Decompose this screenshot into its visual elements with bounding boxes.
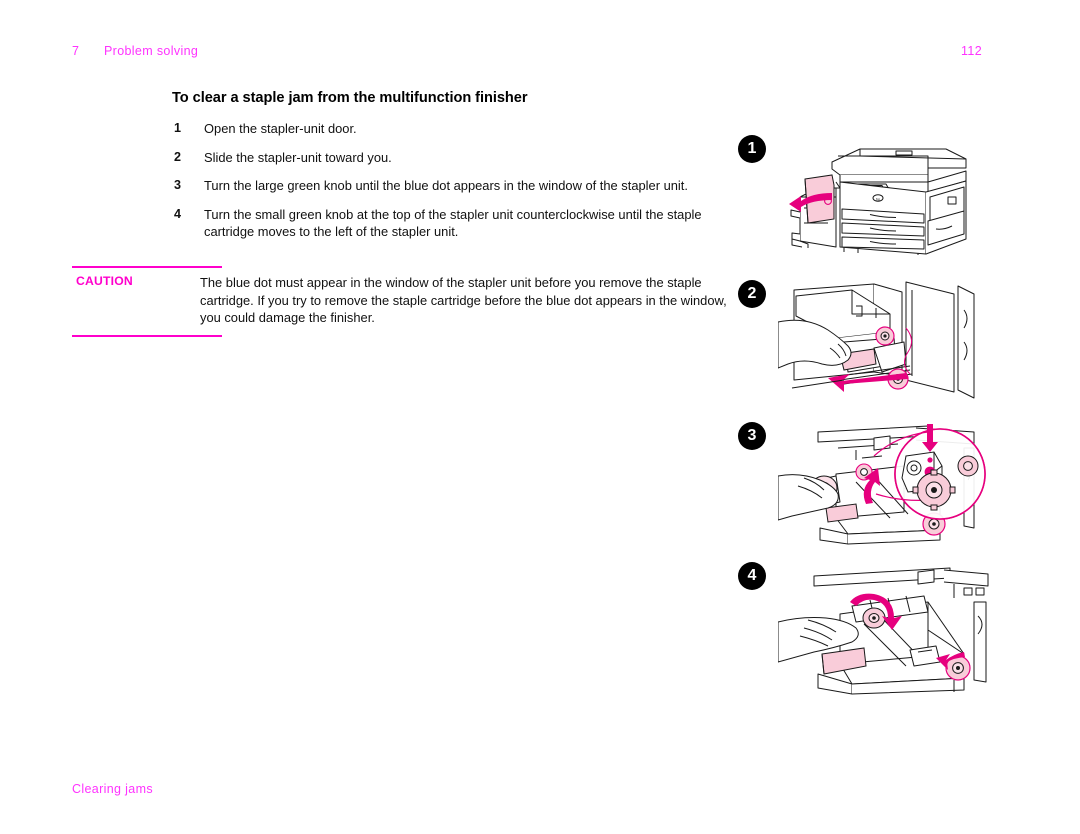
- step-number: 3: [174, 178, 182, 192]
- step-text: Open the stapler-unit door.: [204, 121, 357, 136]
- step-text: Turn the small green knob at the top of …: [204, 206, 702, 240]
- stapler-unit-slide-diagram: [777, 280, 998, 410]
- step-badge-3: 3: [738, 422, 766, 450]
- page-title: To clear a staple jam from the multifunc…: [172, 90, 528, 106]
- step-text: Slide the stapler-unit toward you.: [204, 149, 392, 165]
- list-item: 1 Open the stapler-unit door.: [172, 120, 748, 138]
- page-number: 112: [961, 44, 982, 58]
- step-badge-2: 2: [738, 280, 766, 308]
- step-number: 4: [174, 206, 182, 221]
- chapter-number: 7: [72, 44, 79, 58]
- step-badge-1: 1: [738, 135, 766, 163]
- large-green-knob-diagram: [777, 422, 998, 552]
- svg-text:hp: hp: [876, 196, 881, 201]
- caution-rule-top: [72, 266, 222, 268]
- procedure-step-list: 1 Open the stapler-unit door. 2 Slide th…: [172, 120, 748, 252]
- illustration-step-1: 1 hp: [738, 135, 1058, 257]
- illustration-step-2: 2: [738, 280, 1058, 405]
- caution-label: CAUTION: [76, 274, 133, 288]
- chapter-name: Problem solving: [104, 44, 199, 58]
- caution-rule-bottom: [72, 334, 222, 337]
- small-green-knob-diagram: [777, 562, 998, 702]
- page-header: 7 Problem solving 112: [72, 44, 1008, 64]
- list-item: 3 Turn the large green knob until the bl…: [172, 177, 748, 195]
- list-item: 2 Slide the stapler-unit toward you.: [172, 149, 748, 167]
- list-item: 4 Turn the small green knob at the top o…: [172, 206, 748, 241]
- step-text: Turn the large green knob until the blue…: [204, 178, 688, 193]
- step-badge-4: 4: [738, 562, 766, 590]
- caution-note: CAUTION The blue dot must appear in the …: [72, 266, 748, 337]
- footer-section-name: Clearing jams: [72, 782, 153, 796]
- step-number: 2: [174, 149, 182, 164]
- step-number: 1: [174, 121, 182, 135]
- printer-finisher-diagram: hp: [778, 135, 998, 260]
- caution-text: The blue dot must appear in the window o…: [200, 275, 727, 325]
- illustration-step-4: 4: [738, 562, 1058, 697]
- illustration-step-3: 3: [738, 422, 1058, 547]
